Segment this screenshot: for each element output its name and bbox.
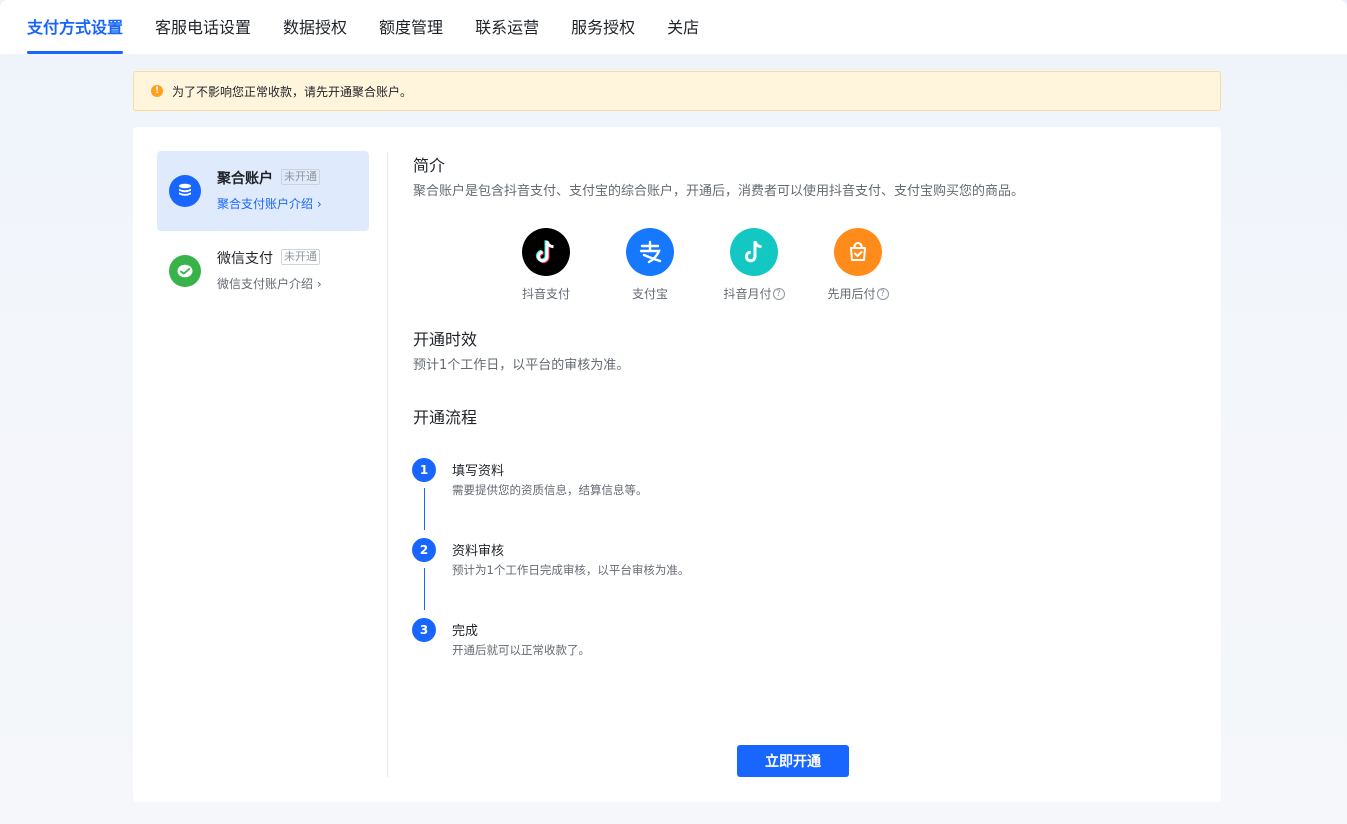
tab-close-store[interactable]: 关店 — [667, 0, 699, 54]
sidebar-item-aggregate-account[interactable]: 聚合账户 未开通 聚合支付账户介绍 › — [157, 151, 369, 231]
main-card: 聚合账户 未开通 聚合支付账户介绍 › 微信支付 未开通 微信支付账户介绍 › … — [133, 127, 1221, 802]
help-icon[interactable]: ? — [772, 287, 785, 300]
tab-data-authorization[interactable]: 数据授权 — [283, 0, 347, 54]
method-label: 支付宝 — [631, 287, 668, 301]
douyin-monthly-icon — [730, 228, 778, 276]
tab-quota-management[interactable]: 额度管理 — [379, 0, 443, 54]
intro-text: 聚合账户是包含抖音支付、支付宝的综合账户，开通后，消费者可以使用抖音支付、支付宝… — [413, 184, 1025, 199]
step-number: 2 — [412, 538, 436, 562]
sidebar-item-name: 聚合账户 — [217, 171, 273, 187]
sidebar-item-name: 微信支付 — [217, 251, 273, 267]
timing-text: 预计1个工作日，以平台的审核为准。 — [413, 358, 630, 373]
method-pay-later: 先用后付 ? — [818, 228, 898, 302]
step-connector — [423, 488, 425, 530]
method-alipay: 支付宝 — [610, 228, 690, 302]
warning-alert: ! 为了不影响您正常收款，请先开通聚合账户。 — [133, 71, 1221, 111]
aggregate-account-intro-link[interactable]: 聚合支付账户介绍 › — [217, 195, 322, 212]
alert-text: 为了不影响您正常收款，请先开通聚合账户。 — [172, 84, 413, 99]
alipay-icon — [626, 228, 674, 276]
tab-service-authorization[interactable]: 服务授权 — [571, 0, 635, 54]
step-description: 预计为1个工作日完成审核，以平台审核为准。 — [452, 563, 690, 577]
status-badge: 未开通 — [281, 249, 320, 265]
help-icon[interactable]: ? — [876, 287, 889, 300]
step-number: 1 — [412, 458, 436, 482]
step-title: 资料审核 — [452, 544, 505, 559]
method-label: 先用后付 — [827, 287, 876, 301]
process-title: 开通流程 — [413, 408, 478, 427]
step-connector — [423, 568, 425, 610]
step-number: 3 — [412, 618, 436, 642]
method-douyin-monthly: 抖音月付 ? — [714, 228, 794, 302]
open-now-button[interactable]: 立即开通 — [737, 745, 849, 777]
timing-title: 开通时效 — [413, 330, 478, 349]
top-tab-bar: 支付方式设置 客服电话设置 数据授权 额度管理 联系运营 服务授权 关店 — [0, 0, 1347, 54]
sidebar-item-wechat-pay[interactable]: 微信支付 未开通 微信支付账户介绍 › — [157, 231, 369, 311]
status-badge: 未开通 — [281, 169, 320, 185]
process-step: 1 填写资料 需要提供您的资质信息，结算信息等。 — [412, 458, 812, 530]
wechat-pay-intro-link[interactable]: 微信支付账户介绍 › — [217, 275, 322, 292]
douyin-pay-icon — [522, 228, 570, 276]
step-title: 填写资料 — [452, 464, 505, 479]
tab-contact-operations[interactable]: 联系运营 — [475, 0, 539, 54]
method-label: 抖音支付 — [521, 287, 570, 301]
aggregate-account-icon — [169, 175, 201, 207]
method-label: 抖音月付 — [723, 287, 772, 301]
pay-later-icon — [834, 228, 882, 276]
intro-title: 简介 — [413, 156, 446, 175]
step-description: 需要提供您的资质信息，结算信息等。 — [452, 483, 648, 497]
step-description: 开通后就可以正常收款了。 — [452, 643, 590, 657]
step-title: 完成 — [452, 624, 479, 639]
process-step: 3 完成 开通后就可以正常收款了。 — [412, 618, 812, 678]
tab-payment-settings[interactable]: 支付方式设置 — [27, 0, 124, 54]
process-step: 2 资料审核 预计为1个工作日完成审核，以平台审核为准。 — [412, 538, 812, 610]
warning-icon: ! — [151, 85, 163, 97]
wechat-pay-icon — [169, 255, 201, 287]
tab-customer-phone-settings[interactable]: 客服电话设置 — [155, 0, 251, 54]
vertical-divider — [387, 152, 388, 777]
method-douyin-pay: 抖音支付 — [506, 228, 586, 302]
